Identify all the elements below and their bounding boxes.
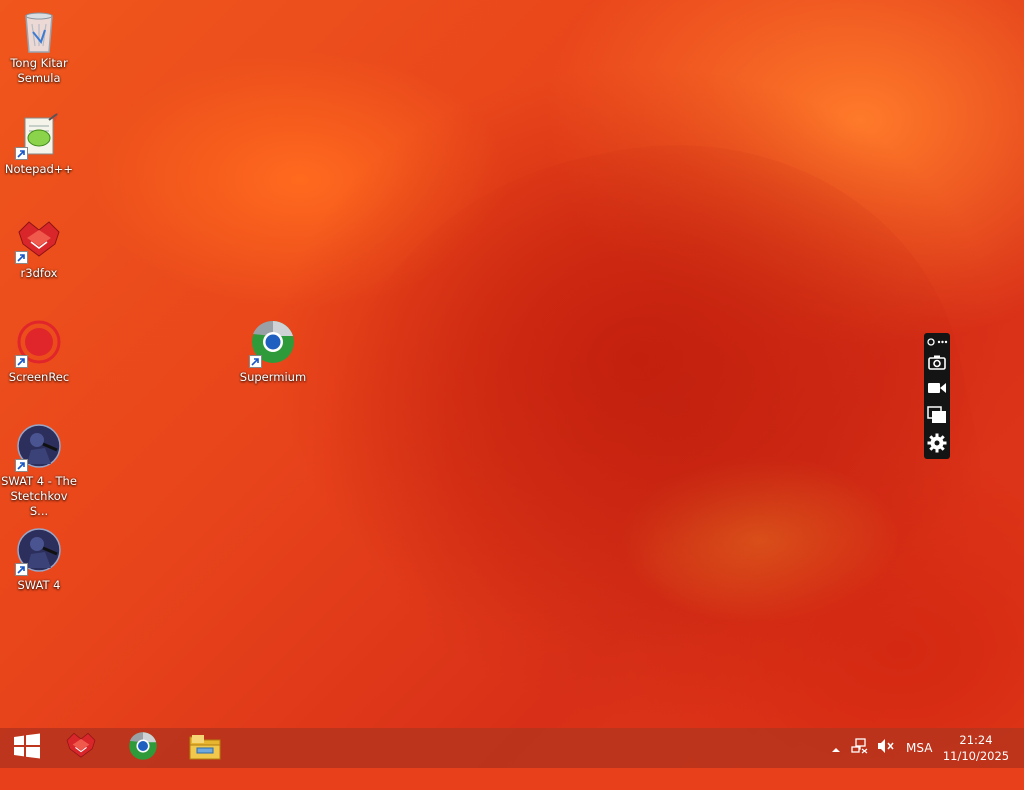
recycle-bin-icon xyxy=(15,6,63,54)
r3dfox-icon xyxy=(15,216,63,264)
volume-tray-button[interactable] xyxy=(874,728,898,768)
desktop-icon-label: SWAT 4 xyxy=(17,578,61,592)
desktop-icon-label: r3dfox xyxy=(20,266,58,280)
supermium-icon xyxy=(249,320,297,368)
desktop-icon-swat4-stetchkov[interactable]: SWAT 4 - The Stetchkov S... xyxy=(0,424,78,519)
desktop-icon-notepad-plus-plus[interactable]: Notepad++ xyxy=(0,112,78,177)
desktop-icon-r3dfox[interactable]: r3dfox xyxy=(0,216,78,281)
taskbar: MSA 21:24 11/10/2025 xyxy=(0,728,1024,768)
network-icon xyxy=(851,738,869,758)
desktop-icon-label: Notepad++ xyxy=(4,162,74,176)
desktop-icon-supermium[interactable]: Supermium xyxy=(234,320,312,385)
shortcut-arrow-icon xyxy=(15,147,28,160)
desktop-icon-screenrec[interactable]: ScreenRec xyxy=(0,320,78,385)
taskbar-clock[interactable]: 21:24 11/10/2025 xyxy=(940,732,1012,764)
video-icon[interactable] xyxy=(924,377,950,399)
swat4-stetchkov-icon xyxy=(15,424,63,472)
show-hidden-icons-icon xyxy=(831,739,841,758)
shortcut-arrow-icon xyxy=(15,251,28,264)
screen-capture-toolbar xyxy=(924,333,950,459)
camera-icon[interactable] xyxy=(924,351,950,373)
network-tray-button[interactable] xyxy=(848,728,872,768)
screenrec-icon xyxy=(15,320,63,368)
volume-muted-icon xyxy=(877,738,895,758)
shortcut-arrow-icon xyxy=(15,563,28,576)
taskbar-file-explorer-button[interactable] xyxy=(178,728,232,768)
start-button[interactable] xyxy=(0,728,54,768)
supermium-icon xyxy=(128,731,158,765)
desktop-icon-label: SWAT 4 - The Stetchkov S... xyxy=(1,474,77,518)
file-explorer-icon xyxy=(188,731,222,765)
show-hidden-icons-button[interactable] xyxy=(826,728,846,768)
start-windows-icon xyxy=(13,733,41,763)
desktop-icon-label: ScreenRec xyxy=(8,370,70,384)
shortcut-arrow-icon xyxy=(249,355,262,368)
notepad-plus-plus-icon xyxy=(15,112,63,160)
swat4-icon xyxy=(15,528,63,576)
desktop-icon-label: Supermium xyxy=(239,370,307,384)
shortcut-arrow-icon xyxy=(15,355,28,368)
taskbar-supermium-button[interactable] xyxy=(116,728,170,768)
input-language-indicator[interactable]: MSA xyxy=(906,741,932,755)
desktop-icon-swat4[interactable]: SWAT 4 xyxy=(0,528,78,593)
desktop-icon-label: Tong Kitar Semula xyxy=(10,56,68,85)
pin-more-icon[interactable] xyxy=(924,335,950,349)
clock-date: 11/10/2025 xyxy=(942,749,1010,763)
settings-gear-icon[interactable] xyxy=(924,431,950,455)
desktop-icon-recycle-bin[interactable]: Tong Kitar Semula xyxy=(0,6,78,86)
shortcut-arrow-icon xyxy=(15,459,28,472)
clock-time: 21:24 xyxy=(959,733,993,747)
copy-icon[interactable] xyxy=(924,404,950,426)
taskbar-r3dfox-button[interactable] xyxy=(54,728,108,768)
r3dfox-icon xyxy=(64,732,98,764)
